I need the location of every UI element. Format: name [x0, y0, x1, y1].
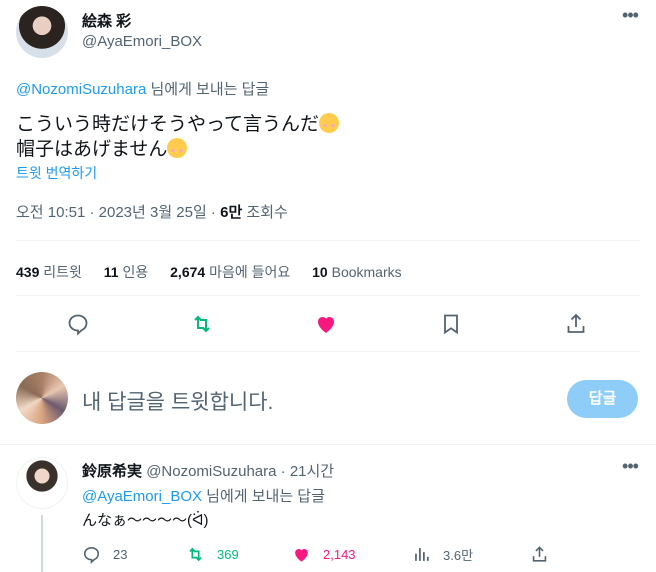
- heart-filled-icon[interactable]: [314, 312, 340, 338]
- reply-input[interactable]: 내 답글을 트윗합니다.: [82, 386, 273, 416]
- views-count: 6만: [220, 204, 243, 221]
- views-label: 조회수: [242, 204, 288, 221]
- replying-mention-link[interactable]: @NozomiSuzuhara: [16, 81, 146, 98]
- views-action[interactable]: 3.6만: [412, 543, 473, 565]
- like-action[interactable]: 2,143: [292, 543, 356, 565]
- replying-mention-link[interactable]: @AyaEmori_BOX: [82, 488, 202, 505]
- bookmark-icon[interactable]: [439, 312, 465, 338]
- avatar[interactable]: [16, 6, 68, 58]
- display-name[interactable]: 絵森 彩: [82, 10, 131, 31]
- retweet-action[interactable]: 369: [186, 543, 239, 565]
- bookmarks-stat[interactable]: 10 Bookmarks: [312, 264, 402, 280]
- reply-actions: 23 369 2,143 3.6만: [82, 543, 556, 565]
- reply-time[interactable]: · 21시간: [276, 463, 334, 480]
- tweet-actions: [0, 312, 656, 338]
- replying-to: @NozomiSuzuhara 님에게 보내는 답글: [16, 78, 269, 99]
- smiling-face-icon: [319, 113, 340, 133]
- divider: [16, 295, 640, 296]
- share-action[interactable]: [530, 543, 549, 565]
- replying-suffix: 님에게 보내는 답글: [206, 488, 325, 505]
- share-icon[interactable]: [564, 312, 590, 338]
- retweet-count: 369: [217, 546, 239, 562]
- avatar[interactable]: [16, 457, 68, 509]
- translate-tweet-link[interactable]: 트윗 번역하기: [16, 163, 97, 183]
- heart-filled-icon: [295, 548, 308, 562]
- tweet-text-line1: こういう時だけそうやって言うんだ: [16, 114, 320, 135]
- analytics-icon: [415, 547, 429, 561]
- quotes-stat[interactable]: 11 인용: [104, 264, 148, 280]
- tweet-text: こういう時だけそうやって言うんだ 帽子はあげません: [16, 112, 340, 162]
- views-count: 3.6만: [443, 547, 474, 563]
- avatar[interactable]: [16, 372, 68, 424]
- reply-icon: [83, 546, 100, 564]
- more-horizontal-icon[interactable]: •••: [620, 6, 640, 28]
- reply-count: 23: [113, 546, 128, 562]
- like-count: 2,143: [323, 546, 356, 562]
- user-handle[interactable]: @AyaEmori_BOX: [82, 33, 202, 50]
- timestamp[interactable]: 오전 10:51 · 2023년 3월 25일 ·: [16, 204, 220, 221]
- display-name[interactable]: 鈴原希実: [82, 463, 142, 480]
- reply-composer: 내 답글을 트윗합니다. 답글: [0, 352, 656, 444]
- reply-icon[interactable]: [66, 312, 92, 338]
- tweet-meta: 오전 10:51 · 2023년 3월 25일 · 6만 조회수: [16, 201, 288, 222]
- more-horizontal-icon[interactable]: •••: [620, 457, 640, 479]
- user-handle[interactable]: @NozomiSuzuhara: [146, 463, 276, 480]
- retweets-stat[interactable]: 439 리트윗: [16, 264, 82, 280]
- reply-button[interactable]: 답글: [567, 380, 638, 418]
- tweet-stats: 439 리트윗 11 인용 2,674 마음에 들어요 10 Bookmarks: [16, 262, 420, 282]
- reply-header: 鈴原希実 @NozomiSuzuhara · 21시간: [82, 460, 334, 481]
- tweet-text-line2: 帽子はあげません: [16, 139, 168, 160]
- smiling-face-icon: [167, 138, 188, 158]
- reply-tweet[interactable]: 鈴原希実 @NozomiSuzuhara · 21시간 ••• @AyaEmor…: [0, 445, 656, 572]
- retweet-icon: [189, 547, 202, 561]
- replying-to: @AyaEmori_BOX 님에게 보내는 답글: [82, 485, 325, 506]
- likes-stat[interactable]: 2,674 마음에 들어요: [170, 264, 290, 280]
- thread-line: [41, 515, 43, 572]
- retweet-icon[interactable]: [190, 312, 216, 338]
- reply-text: んなぁ〜〜〜〜(ᐛ): [82, 512, 209, 529]
- share-icon: [532, 545, 547, 562]
- divider: [16, 240, 640, 241]
- reply-action[interactable]: 23: [82, 543, 127, 565]
- replying-suffix: 님에게 보내는 답글: [150, 81, 270, 98]
